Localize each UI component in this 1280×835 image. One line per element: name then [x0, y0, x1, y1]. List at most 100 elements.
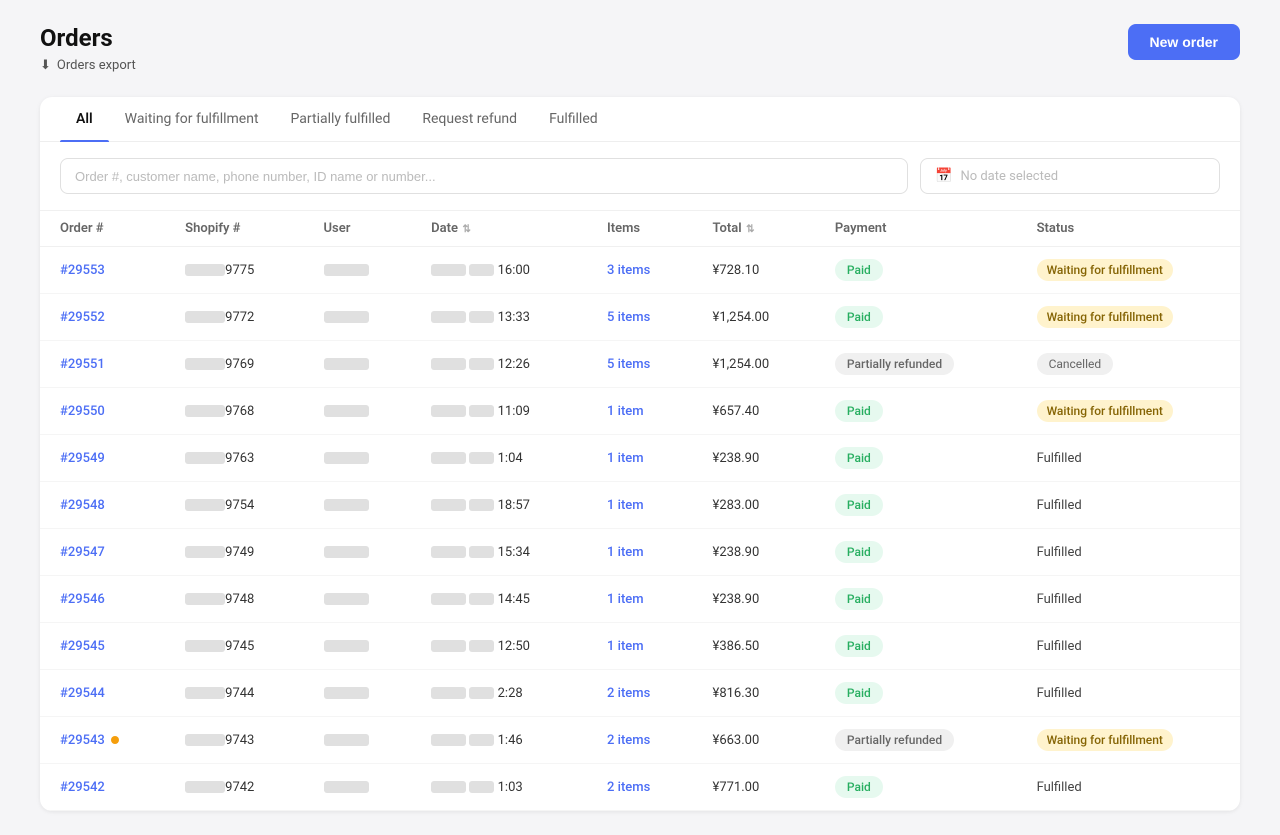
order-id-link[interactable]: #29545	[60, 639, 105, 654]
user-cell	[304, 576, 412, 623]
order-total: ¥1,254.00	[692, 294, 814, 341]
col-header-user: User	[304, 211, 412, 247]
redacted-block	[185, 499, 225, 511]
redacted-block	[431, 687, 466, 699]
filters-bar: 📅 No date selected	[40, 142, 1240, 211]
status-badge: Fulfilled	[1037, 639, 1082, 654]
order-id-link[interactable]: #29551	[60, 357, 105, 372]
orders-export-link[interactable]: ⬇ Orders export	[40, 58, 136, 73]
col-header-date[interactable]: Date ⇅	[411, 211, 587, 247]
items-link[interactable]: 2 items	[607, 686, 650, 701]
items-link[interactable]: 2 items	[607, 733, 650, 748]
order-id-link[interactable]: #29548	[60, 498, 105, 513]
order-id-link[interactable]: #29542	[60, 780, 105, 795]
new-order-button[interactable]: New order	[1128, 24, 1240, 60]
order-id-link[interactable]: #29553	[60, 263, 105, 278]
redacted-block	[469, 734, 494, 746]
redacted-block	[324, 499, 369, 511]
date-cell: 15:34	[411, 529, 587, 576]
payment-badge: Paid	[835, 635, 883, 657]
order-id-link[interactable]: #29549	[60, 451, 105, 466]
order-id-link[interactable]: #29547	[60, 545, 105, 560]
tab-bar: AllWaiting for fulfillmentPartially fulf…	[40, 97, 1240, 142]
order-total: ¥771.00	[692, 764, 814, 811]
tab-refund[interactable]: Request refund	[406, 97, 533, 141]
redacted-block	[185, 781, 225, 793]
tab-fulfilled[interactable]: Fulfilled	[533, 97, 614, 141]
table-row: #295459745 12:501 item¥386.50PaidFulfill…	[40, 623, 1240, 670]
shopify-number: 9748	[165, 576, 303, 623]
date-cell: 16:00	[411, 247, 587, 294]
calendar-icon: 📅	[935, 168, 952, 184]
payment-badge: Paid	[835, 447, 883, 469]
redacted-block	[324, 546, 369, 558]
redacted-block	[431, 499, 466, 511]
shopify-number: 9744	[165, 670, 303, 717]
order-id-link[interactable]: #29543	[60, 733, 105, 748]
items-link[interactable]: 1 item	[607, 545, 644, 560]
user-cell	[304, 764, 412, 811]
order-total: ¥238.90	[692, 576, 814, 623]
table-row: #295499763 1:041 item¥238.90PaidFulfille…	[40, 435, 1240, 482]
shopify-number: 9769	[165, 341, 303, 388]
redacted-block	[469, 358, 494, 370]
order-total: ¥283.00	[692, 482, 814, 529]
table-row: #295469748 14:451 item¥238.90PaidFulfill…	[40, 576, 1240, 623]
redacted-block	[324, 640, 369, 652]
user-cell	[304, 435, 412, 482]
col-header-items: Items	[587, 211, 692, 247]
download-icon: ⬇	[40, 58, 51, 73]
items-link[interactable]: 2 items	[607, 780, 650, 795]
redacted-block	[469, 687, 494, 699]
payment-badge: Partially refunded	[835, 729, 954, 751]
order-id-link[interactable]: #29544	[60, 686, 105, 701]
order-total: ¥816.30	[692, 670, 814, 717]
items-link[interactable]: 1 item	[607, 404, 644, 419]
col-header-payment: Payment	[815, 211, 1017, 247]
items-link[interactable]: 1 item	[607, 498, 644, 513]
shopify-number: 9763	[165, 435, 303, 482]
redacted-block	[185, 311, 225, 323]
shopify-number: 9745	[165, 623, 303, 670]
order-total: ¥663.00	[692, 717, 814, 764]
tab-waiting[interactable]: Waiting for fulfillment	[109, 97, 275, 141]
status-badge: Fulfilled	[1037, 592, 1082, 607]
status-badge: Waiting for fulfillment	[1037, 729, 1173, 751]
user-cell	[304, 388, 412, 435]
tab-all[interactable]: All	[60, 97, 109, 141]
table-row: #295439743 1:462 items¥663.00Partially r…	[40, 717, 1240, 764]
date-picker[interactable]: 📅 No date selected	[920, 158, 1220, 194]
col-header-status: Status	[1017, 211, 1240, 247]
shopify-number: 9775	[165, 247, 303, 294]
order-id-link[interactable]: #29550	[60, 404, 105, 419]
shopify-number: 9749	[165, 529, 303, 576]
table-row: #295449744 2:282 items¥816.30PaidFulfill…	[40, 670, 1240, 717]
status-badge: Waiting for fulfillment	[1037, 259, 1173, 281]
items-link[interactable]: 5 items	[607, 310, 650, 325]
items-link[interactable]: 1 item	[607, 592, 644, 607]
col-header-order: Order #	[40, 211, 165, 247]
redacted-block	[431, 593, 466, 605]
page-title: Orders	[40, 24, 136, 52]
order-id-link[interactable]: #29552	[60, 310, 105, 325]
items-link[interactable]: 3 items	[607, 263, 650, 278]
items-link[interactable]: 1 item	[607, 639, 644, 654]
redacted-block	[185, 546, 225, 558]
items-link[interactable]: 5 items	[607, 357, 650, 372]
col-header-total[interactable]: Total ⇅	[692, 211, 814, 247]
items-link[interactable]: 1 item	[607, 451, 644, 466]
orders-card: AllWaiting for fulfillmentPartially fulf…	[40, 97, 1240, 811]
payment-badge: Partially refunded	[835, 353, 954, 375]
search-input[interactable]	[60, 158, 908, 194]
user-cell	[304, 623, 412, 670]
tab-partial[interactable]: Partially fulfilled	[275, 97, 407, 141]
orders-table: Order #Shopify #UserDate ⇅ItemsTotal ⇅Pa…	[40, 211, 1240, 811]
shopify-number: 9754	[165, 482, 303, 529]
shopify-number: 9772	[165, 294, 303, 341]
redacted-block	[185, 358, 225, 370]
sort-icon-date: ⇅	[460, 224, 471, 235]
redacted-block	[431, 358, 466, 370]
user-cell	[304, 670, 412, 717]
order-id-link[interactable]: #29546	[60, 592, 105, 607]
table-row: #295509768 11:091 item¥657.40PaidWaiting…	[40, 388, 1240, 435]
